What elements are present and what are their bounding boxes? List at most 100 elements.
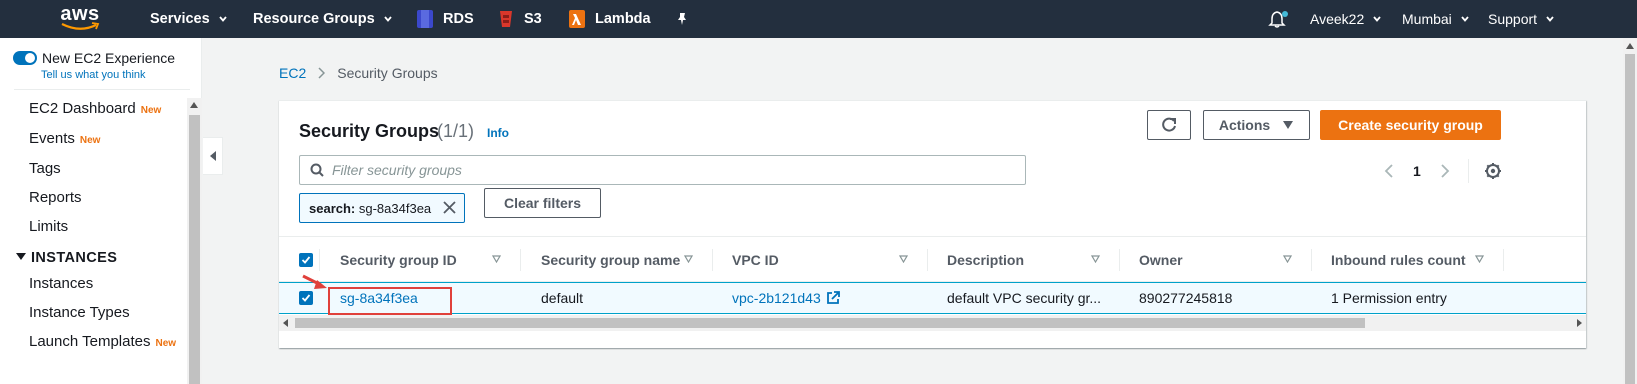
sidebar-item-label: Launch Templates <box>29 333 151 350</box>
sort-icon[interactable] <box>684 255 693 263</box>
filter-input[interactable] <box>332 162 1012 178</box>
refresh-icon <box>1162 117 1176 132</box>
sort-icon[interactable] <box>1283 255 1292 263</box>
column-header-inbound-rules-count[interactable]: Inbound rules count <box>1331 237 1466 282</box>
column-divider <box>1311 249 1312 271</box>
account-menu[interactable]: Aveek22 <box>1310 0 1382 38</box>
aws-logo[interactable]: aws <box>58 3 102 33</box>
sidebar: New EC2 Experience Tell us what you thin… <box>0 38 202 384</box>
caret-down-icon <box>1283 121 1294 129</box>
sidebar-item-ec2-dashboard[interactable]: EC2 Dashboard New <box>29 100 161 117</box>
chevron-left-icon[interactable] <box>1384 163 1394 179</box>
search-icon <box>310 163 324 177</box>
sort-icon[interactable] <box>1475 255 1484 263</box>
sidebar-item-reports[interactable]: Reports <box>29 189 82 206</box>
close-icon[interactable] <box>443 201 456 214</box>
column-header-description[interactable]: Description <box>947 237 1024 282</box>
breadcrumb: EC2 Security Groups <box>279 65 438 81</box>
clear-filters-button[interactable]: Clear filters <box>484 188 601 218</box>
lambda-label: Lambda <box>595 11 651 27</box>
sidebar-item-events[interactable]: Events New <box>29 130 100 147</box>
highlight-annotation-box <box>328 287 452 315</box>
sidebar-item-label: Limits <box>29 218 69 235</box>
lambda-shortcut[interactable]: Lambda <box>568 0 651 38</box>
scrollbar-thumb[interactable] <box>189 115 200 384</box>
scroll-right-arrow-icon[interactable] <box>1577 319 1582 327</box>
new-badge: New <box>140 105 162 116</box>
column-label: Security group ID <box>340 251 457 268</box>
toggle-switch[interactable] <box>13 51 37 65</box>
current-page[interactable]: 1 <box>1413 163 1421 179</box>
table-row[interactable]: sg-8a34f3ea default vpc-2b121d43 default… <box>279 282 1586 314</box>
rds-icon <box>417 10 433 28</box>
sort-icon[interactable] <box>1091 255 1100 263</box>
chevron-down-icon <box>1461 16 1469 22</box>
notifications-button[interactable] <box>1268 0 1288 38</box>
column-label: Security group name <box>541 251 681 268</box>
page-title: Security Groups <box>299 121 440 141</box>
feedback-link[interactable]: Tell us what you think <box>41 69 146 81</box>
refresh-button[interactable] <box>1147 110 1191 140</box>
vpc-id-link[interactable]: vpc-2b121d43 <box>732 283 840 313</box>
account-name: Aveek22 <box>1310 11 1365 27</box>
gear-icon[interactable] <box>1484 162 1502 180</box>
security-groups-panel: Security Groups (1/1) Info Actions Creat… <box>279 100 1586 348</box>
page-scrollbar[interactable] <box>1623 38 1637 384</box>
new-badge: New <box>79 135 101 146</box>
create-security-group-button[interactable]: Create security group <box>1320 110 1501 140</box>
table-horizontal-scrollbar[interactable] <box>279 315 1586 331</box>
vpc-id-text: vpc-2b121d43 <box>732 290 821 306</box>
rds-shortcut[interactable]: RDS <box>416 0 474 38</box>
security-group-name-cell: default <box>541 290 584 306</box>
actions-button[interactable]: Actions <box>1203 110 1310 140</box>
pager-divider <box>1467 159 1469 183</box>
region-menu[interactable]: Mumbai <box>1402 0 1470 38</box>
breadcrumb-ec2-link[interactable]: EC2 <box>279 65 306 81</box>
sidebar-item-instance-types[interactable]: Instance Types <box>29 304 130 321</box>
filter-input-wrapper[interactable] <box>299 155 1026 185</box>
scroll-up-arrow-icon[interactable] <box>1626 43 1634 49</box>
column-header-security-group-name[interactable]: Security group name <box>541 237 680 282</box>
resource-groups-menu[interactable]: Resource Groups <box>253 0 393 38</box>
scroll-left-arrow-icon[interactable] <box>283 319 288 327</box>
clear-filters-label: Clear filters <box>503 195 582 211</box>
sort-icon[interactable] <box>492 255 501 263</box>
sidebar-scrollbar[interactable] <box>187 98 202 384</box>
region-name: Mumbai <box>1402 11 1452 27</box>
pin-shortcuts-button[interactable] <box>676 0 688 38</box>
services-menu[interactable]: Services <box>150 0 228 38</box>
scrollbar-thumb[interactable] <box>1625 54 1635 384</box>
caret-down-icon <box>16 253 26 260</box>
new-badge: New <box>155 338 177 349</box>
actions-label: Actions <box>1218 117 1271 133</box>
sidebar-item-tags[interactable]: Tags <box>29 160 61 177</box>
top-navigation-bar: aws Services Resource Groups RDS S3 Lamb… <box>0 0 1637 38</box>
scroll-up-arrow-icon[interactable] <box>190 102 198 108</box>
sidebar-item-launch-templates[interactable]: Launch Templates New <box>29 333 176 350</box>
security-groups-table: Security group ID Security group name VP… <box>279 236 1586 338</box>
column-header-security-group-id[interactable]: Security group ID <box>340 237 457 282</box>
token-value: sg-8a34f3ea <box>358 200 432 216</box>
chevron-right-icon[interactable] <box>1440 163 1450 179</box>
scrollbar-thumb[interactable] <box>295 318 1365 328</box>
support-menu[interactable]: Support <box>1488 0 1555 38</box>
description-cell: default VPC security gr... <box>947 290 1102 306</box>
new-experience-toggle[interactable]: New EC2 Experience <box>13 50 175 66</box>
select-all-checkbox[interactable] <box>299 252 313 267</box>
s3-shortcut[interactable]: S3 <box>497 0 542 38</box>
sidebar-section-instances[interactable]: INSTANCES <box>16 250 117 266</box>
column-header-owner[interactable]: Owner <box>1139 237 1183 282</box>
collapse-sidebar-button[interactable] <box>203 137 223 175</box>
chevron-down-icon <box>218 16 227 22</box>
filter-token: search: sg-8a34f3ea <box>299 193 465 223</box>
column-header-vpc-id[interactable]: VPC ID <box>732 237 779 282</box>
sidebar-item-limits[interactable]: Limits <box>29 218 68 235</box>
row-checkbox[interactable] <box>299 291 313 305</box>
s3-icon <box>500 11 512 27</box>
column-label: Description <box>947 251 1025 268</box>
column-label: Owner <box>1139 251 1183 268</box>
info-link[interactable]: Info <box>487 126 509 140</box>
sort-icon[interactable] <box>899 255 908 263</box>
sidebar-item-instances[interactable]: Instances <box>29 275 93 292</box>
lambda-icon <box>569 10 585 28</box>
